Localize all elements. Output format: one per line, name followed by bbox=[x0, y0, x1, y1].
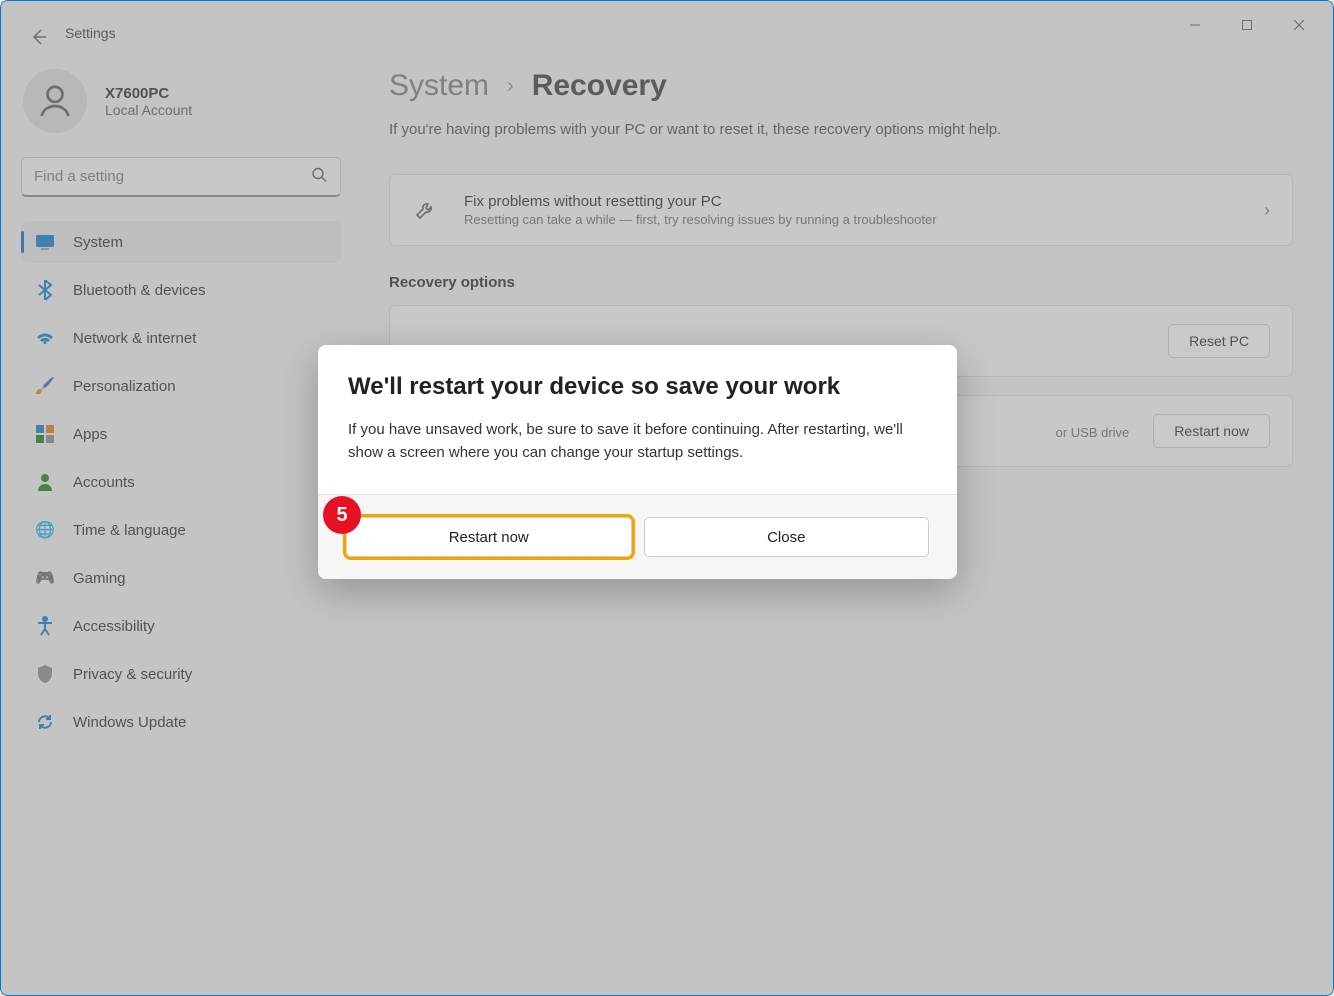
dialog-text: If you have unsaved work, be sure to sav… bbox=[348, 419, 927, 464]
dialog-close-button[interactable]: Close bbox=[644, 517, 930, 557]
dialog-title: We'll restart your device so save your w… bbox=[348, 373, 927, 401]
restart-dialog: We'll restart your device so save your w… bbox=[318, 345, 957, 579]
step-annotation-badge: 5 bbox=[323, 496, 361, 534]
dialog-restart-now-button[interactable]: Restart now bbox=[346, 517, 632, 557]
